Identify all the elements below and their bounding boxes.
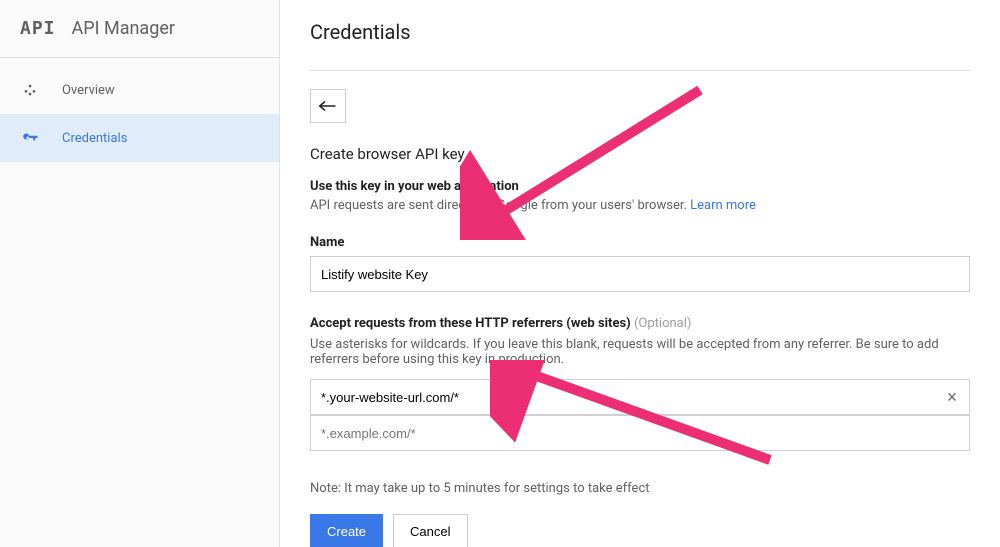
overview-icon [20,80,40,100]
name-label: Name [310,235,970,250]
sidebar-item-label: Credentials [62,131,127,146]
note-text: Note: It may take up to 5 minutes for se… [310,481,970,496]
sidebar: API API Manager Overview Credentials [0,0,280,547]
section-subtitle: Create browser API key [310,145,970,163]
use-heading: Use this key in your web application [310,179,970,194]
sidebar-item-credentials[interactable]: Credentials [0,114,279,162]
sidebar-item-overview[interactable]: Overview [0,66,279,114]
use-desc-text: API requests are sent directly to Google… [310,198,690,213]
clear-icon[interactable]: × [942,387,962,407]
sidebar-item-label: Overview [62,83,115,98]
main-content: Credentials Create browser API key Use t… [280,0,1000,547]
learn-more-link[interactable]: Learn more [690,198,756,213]
referrers-description: Use asterisks for wildcards. If you leav… [310,337,970,367]
button-row: Create Cancel [310,514,970,547]
use-description: API requests are sent directly to Google… [310,198,970,213]
referrer-row: × [310,379,970,415]
referrer-placeholder-input[interactable] [310,415,970,451]
cancel-button[interactable]: Cancel [393,514,467,547]
sidebar-nav: Overview Credentials [0,57,279,162]
app-title: API Manager [72,18,175,39]
api-logo: API [20,18,56,39]
back-arrow-icon [319,99,337,113]
back-button[interactable] [310,89,346,123]
name-input[interactable] [310,256,970,292]
sidebar-header: API API Manager [0,0,279,57]
referrer-input[interactable] [310,379,970,415]
optional-text: (Optional) [634,316,691,331]
page-title: Credentials [310,0,970,71]
referrers-label-text: Accept requests from these HTTP referrer… [310,316,631,331]
key-icon [20,128,40,148]
referrers-label: Accept requests from these HTTP referrer… [310,316,970,331]
create-button[interactable]: Create [310,514,383,547]
